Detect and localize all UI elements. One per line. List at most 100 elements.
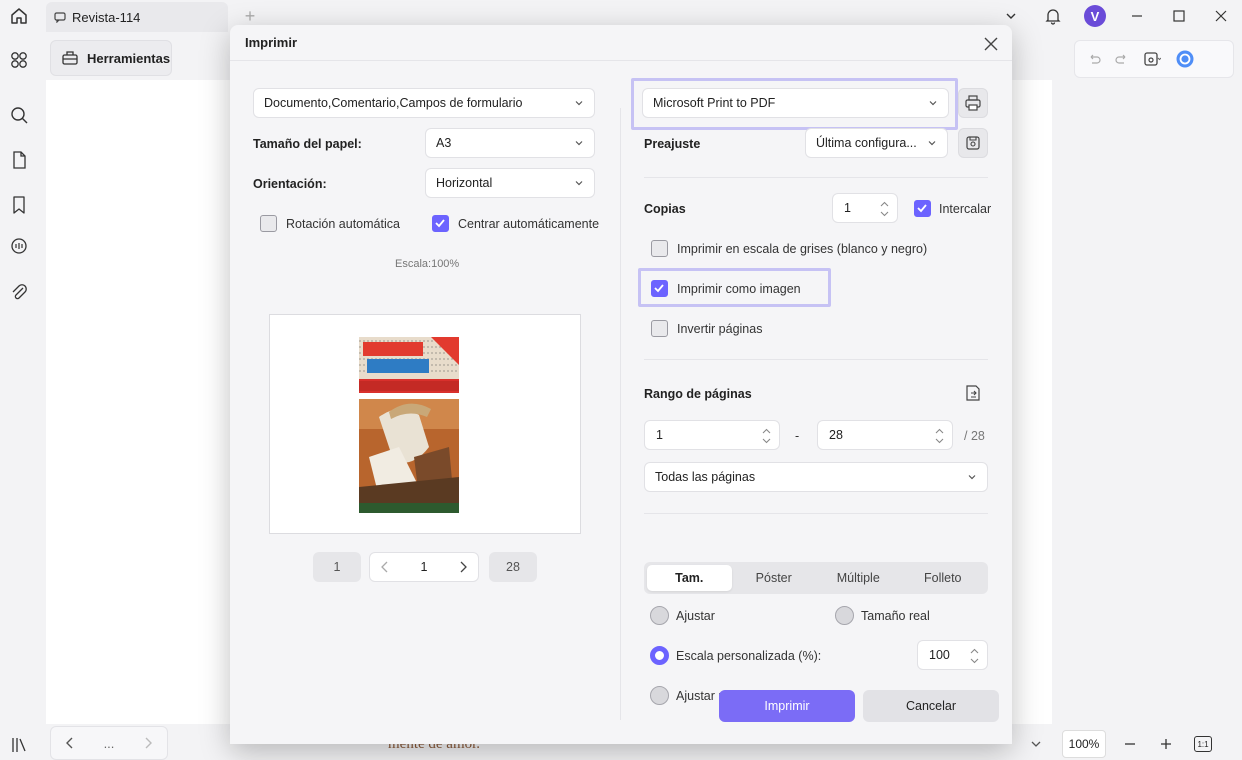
section-divider (644, 513, 988, 514)
maximize-button[interactable] (1158, 0, 1200, 32)
chevron-down-icon (968, 475, 976, 480)
window-controls: V (990, 0, 1242, 32)
fit-large-pages-radio[interactable] (650, 686, 669, 705)
check-icon (917, 204, 927, 213)
tab-title: Revista-114 (72, 9, 141, 25)
print-as-image-checkbox[interactable] (651, 280, 668, 297)
new-tab-button[interactable]: + (240, 6, 260, 26)
content-select[interactable]: Documento,Comentario,Campos de formulari… (253, 88, 595, 118)
tab-booklet[interactable]: Folleto (901, 565, 986, 591)
paper-size-select[interactable]: A3 (425, 128, 595, 158)
tools-button[interactable]: Herramientas (50, 40, 172, 76)
chevron-down-icon (928, 141, 936, 146)
paper-size-value: A3 (436, 136, 452, 150)
save-preset-button[interactable] (958, 128, 988, 158)
tab-poster[interactable]: Póster (732, 565, 817, 591)
chevron-down-icon (575, 141, 583, 146)
save-icon[interactable] (1143, 51, 1161, 67)
stepper-arrows-icon[interactable] (762, 426, 771, 446)
chevron-right-icon[interactable] (143, 737, 153, 749)
grid-icon[interactable] (8, 49, 30, 71)
auto-center-label: Centrar automáticamente (458, 217, 600, 231)
maximize-icon (1173, 10, 1185, 22)
tab-multiple[interactable]: Múltiple (816, 565, 901, 591)
collate-label: Intercalar (939, 202, 992, 216)
copies-spinner[interactable]: 1 (832, 193, 898, 223)
auto-center-checkbox[interactable] (432, 215, 449, 232)
page-range-label: Rango de páginas (644, 387, 752, 401)
chevron-down-icon (929, 101, 937, 106)
tab-size[interactable]: Tam. (647, 565, 732, 591)
bookmark-icon[interactable] (8, 194, 30, 216)
minimize-icon (1132, 15, 1142, 17)
range-separator: - (795, 429, 800, 443)
zoom-bar: 100% 1:1 (1014, 728, 1242, 760)
chevron-down-icon[interactable] (1030, 738, 1042, 750)
zoom-out-icon[interactable] (1124, 738, 1136, 750)
chevron-down-icon (575, 181, 583, 186)
reverse-pages-checkbox[interactable] (651, 320, 668, 337)
range-to-spinner[interactable]: 28 (817, 420, 953, 450)
page-range-icon[interactable] (963, 383, 983, 403)
custom-scale-radio[interactable] (650, 646, 669, 665)
auto-rotate-checkbox[interactable] (260, 215, 277, 232)
chevron-left-icon[interactable] (380, 561, 390, 573)
first-page-button[interactable]: 1 (313, 552, 361, 582)
fit-radio[interactable] (650, 606, 669, 625)
copies-value: 1 (844, 201, 851, 215)
redo-icon[interactable] (1115, 52, 1129, 66)
sidebar-toggle-icon[interactable] (8, 734, 30, 756)
avatar: V (1084, 5, 1106, 27)
preset-label: Preajuste (644, 137, 701, 151)
zoom-level[interactable]: 100% (1062, 730, 1106, 758)
chevron-right-icon[interactable] (458, 561, 468, 573)
fit-page-button[interactable]: 1:1 (1194, 736, 1212, 752)
collate-checkbox[interactable] (914, 200, 931, 217)
search-icon[interactable] (8, 104, 30, 126)
custom-scale-spinner[interactable]: 100 (917, 640, 988, 670)
preview-current-page[interactable]: 1 (421, 560, 428, 574)
preset-select[interactable]: Última configura... (805, 128, 948, 158)
close-icon[interactable] (980, 33, 1002, 55)
scale-caption: Escala:100% (395, 258, 460, 270)
undo-icon[interactable] (1087, 52, 1101, 66)
attachment-icon[interactable] (8, 281, 30, 303)
comments-icon[interactable] (8, 236, 30, 258)
actual-size-radio[interactable] (835, 606, 854, 625)
right-toolbar (1074, 40, 1234, 78)
chevron-left-icon[interactable] (65, 737, 75, 749)
grayscale-checkbox[interactable] (651, 240, 668, 257)
close-window-button[interactable] (1200, 0, 1242, 32)
reverse-pages-label: Invertir páginas (677, 322, 763, 336)
page-nav-bar: ... (50, 726, 168, 760)
zoom-in-icon[interactable] (1160, 738, 1172, 750)
minimize-button[interactable] (1116, 0, 1158, 32)
page-range-select[interactable]: Todas las páginas (644, 462, 988, 492)
home-icon[interactable] (8, 5, 30, 27)
print-button[interactable]: Imprimir (719, 690, 855, 722)
print-dialog: Imprimir Documento,Comentario,Campos de … (230, 25, 1012, 744)
section-divider (644, 177, 988, 178)
stepper-arrows-icon[interactable] (970, 646, 979, 666)
grayscale-label: Imprimir en escala de grises (blanco y n… (677, 242, 928, 256)
ai-assistant-icon[interactable] (1175, 49, 1195, 69)
content-select-value: Documento,Comentario,Campos de formulari… (264, 96, 523, 110)
printer-properties-button[interactable] (958, 88, 988, 118)
pages-icon[interactable] (8, 149, 30, 171)
notifications-button[interactable] (1032, 0, 1074, 32)
orientation-select[interactable]: Horizontal (425, 168, 595, 198)
more-button[interactable]: ... (104, 736, 115, 751)
range-from-spinner[interactable]: 1 (644, 420, 780, 450)
account-button[interactable]: V (1074, 0, 1116, 32)
toolbox-icon (62, 51, 78, 65)
last-page-button[interactable]: 28 (489, 552, 537, 582)
stepper-arrows-icon[interactable] (880, 199, 889, 219)
bell-icon (1045, 9, 1061, 25)
magazine-cover-image (359, 337, 459, 513)
preview-page-navigator: 1 (369, 552, 479, 582)
document-tab[interactable]: Revista-114 (46, 2, 228, 32)
cancel-button[interactable]: Cancelar (863, 690, 999, 722)
stepper-arrows-icon[interactable] (935, 426, 944, 446)
printer-select[interactable]: Microsoft Print to PDF (642, 88, 949, 118)
range-to-value: 28 (829, 428, 843, 442)
